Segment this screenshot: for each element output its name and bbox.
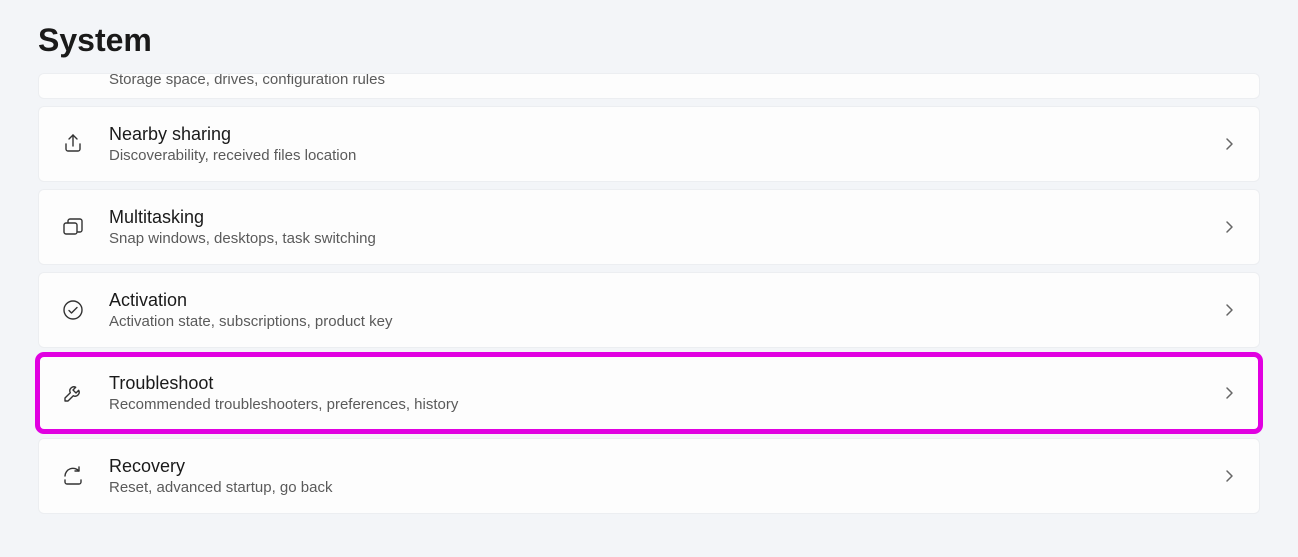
chevron-right-icon — [1221, 302, 1237, 318]
row-subtitle: Activation state, subscriptions, product… — [109, 313, 1221, 330]
chevron-right-icon — [1221, 136, 1237, 152]
settings-row-nearby-sharing[interactable]: Nearby sharing Discoverability, received… — [38, 106, 1260, 182]
row-text: Troubleshoot Recommended troubleshooters… — [109, 373, 1221, 413]
row-text: Nearby sharing Discoverability, received… — [109, 124, 1221, 164]
row-text: Activation Activation state, subscriptio… — [109, 290, 1221, 330]
settings-row-storage[interactable]: Storage Storage space, drives, configura… — [38, 73, 1260, 99]
settings-row-activation[interactable]: Activation Activation state, subscriptio… — [38, 272, 1260, 348]
row-text: Storage Storage space, drives, configura… — [109, 73, 1221, 88]
page-title: System — [0, 0, 1298, 73]
row-text: Recovery Reset, advanced startup, go bac… — [109, 456, 1221, 496]
chevron-right-icon — [1221, 219, 1237, 235]
check-circle-icon — [61, 298, 85, 322]
settings-row-multitasking[interactable]: Multitasking Snap windows, desktops, tas… — [38, 189, 1260, 265]
row-title: Recovery — [109, 456, 1221, 477]
wrench-icon — [61, 381, 85, 405]
share-icon — [61, 132, 85, 156]
row-title: Multitasking — [109, 207, 1221, 228]
windows-stack-icon — [61, 215, 85, 239]
row-subtitle: Reset, advanced startup, go back — [109, 479, 1221, 496]
settings-row-troubleshoot[interactable]: Troubleshoot Recommended troubleshooters… — [38, 355, 1260, 431]
row-text: Multitasking Snap windows, desktops, tas… — [109, 207, 1221, 247]
row-title: Activation — [109, 290, 1221, 311]
chevron-right-icon — [1221, 468, 1237, 484]
row-subtitle: Discoverability, received files location — [109, 147, 1221, 164]
row-title: Nearby sharing — [109, 124, 1221, 145]
recovery-icon — [61, 464, 85, 488]
settings-row-recovery[interactable]: Recovery Reset, advanced startup, go bac… — [38, 438, 1260, 514]
row-title: Troubleshoot — [109, 373, 1221, 394]
row-subtitle: Recommended troubleshooters, preferences… — [109, 396, 1221, 413]
row-subtitle: Storage space, drives, configuration rul… — [109, 73, 1221, 88]
chevron-right-icon — [1221, 385, 1237, 401]
row-subtitle: Snap windows, desktops, task switching — [109, 230, 1221, 247]
settings-list: Storage Storage space, drives, configura… — [0, 73, 1298, 514]
